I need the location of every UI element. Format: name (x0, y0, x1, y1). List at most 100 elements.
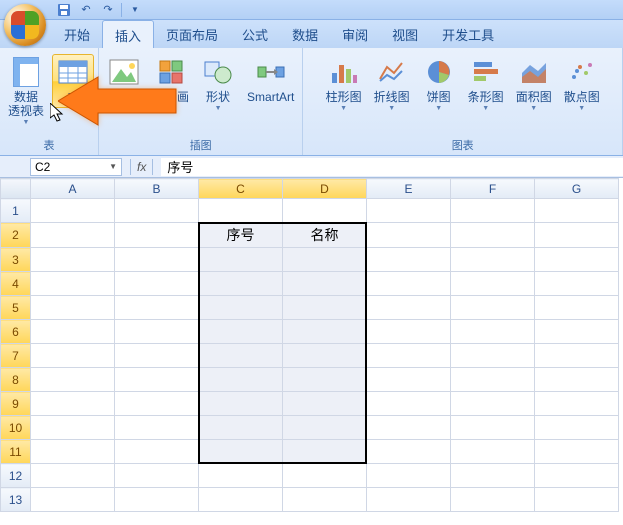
row-header-7[interactable]: 7 (1, 344, 31, 368)
cell-D12[interactable] (283, 464, 367, 488)
cell-C5[interactable] (199, 296, 283, 320)
cell-A12[interactable] (31, 464, 115, 488)
row-header-10[interactable]: 10 (1, 416, 31, 440)
cell-D5[interactable] (283, 296, 367, 320)
column-header-B[interactable]: B (115, 179, 199, 199)
column-header-C[interactable]: C (199, 179, 283, 199)
row-header-4[interactable]: 4 (1, 272, 31, 296)
cell-G6[interactable] (535, 320, 619, 344)
cell-C2[interactable]: 序号 (199, 223, 283, 248)
row-header-1[interactable]: 1 (1, 199, 31, 223)
cell-D10[interactable] (283, 416, 367, 440)
cell-D6[interactable] (283, 320, 367, 344)
cell-E6[interactable] (367, 320, 451, 344)
cell-E11[interactable] (367, 440, 451, 464)
tab-review[interactable]: 审阅 (330, 20, 380, 48)
cell-E3[interactable] (367, 248, 451, 272)
cell-C11[interactable] (199, 440, 283, 464)
cell-D7[interactable] (283, 344, 367, 368)
cell-D8[interactable] (283, 368, 367, 392)
column-header-F[interactable]: F (451, 179, 535, 199)
cell-A1[interactable] (31, 199, 115, 223)
cell-A8[interactable] (31, 368, 115, 392)
cell-F5[interactable] (451, 296, 535, 320)
cell-B6[interactable] (115, 320, 199, 344)
cell-C12[interactable] (199, 464, 283, 488)
cell-E4[interactable] (367, 272, 451, 296)
cell-C4[interactable] (199, 272, 283, 296)
cell-F9[interactable] (451, 392, 535, 416)
cell-D11[interactable] (283, 440, 367, 464)
cell-C1[interactable] (199, 199, 283, 223)
cell-B13[interactable] (115, 488, 199, 512)
cell-B9[interactable] (115, 392, 199, 416)
cell-B5[interactable] (115, 296, 199, 320)
row-header-6[interactable]: 6 (1, 320, 31, 344)
cell-G2[interactable] (535, 223, 619, 248)
row-header-11[interactable]: 11 (1, 440, 31, 464)
cell-F12[interactable] (451, 464, 535, 488)
cell-G10[interactable] (535, 416, 619, 440)
column-header-E[interactable]: E (367, 179, 451, 199)
row-header-5[interactable]: 5 (1, 296, 31, 320)
cell-F2[interactable] (451, 223, 535, 248)
area-chart-button[interactable]: 面积图 ▼ (512, 54, 556, 114)
cell-D3[interactable] (283, 248, 367, 272)
cell-C13[interactable] (199, 488, 283, 512)
cell-F13[interactable] (451, 488, 535, 512)
table-button[interactable]: 表 (52, 54, 94, 108)
tab-data[interactable]: 数据 (280, 20, 330, 48)
cell-A6[interactable] (31, 320, 115, 344)
picture-button[interactable]: 图片 (103, 54, 145, 106)
cell-F11[interactable] (451, 440, 535, 464)
cell-E8[interactable] (367, 368, 451, 392)
cell-E5[interactable] (367, 296, 451, 320)
tab-home[interactable]: 开始 (52, 20, 102, 48)
cell-A9[interactable] (31, 392, 115, 416)
cell-A3[interactable] (31, 248, 115, 272)
row-header-13[interactable]: 13 (1, 488, 31, 512)
cell-F3[interactable] (451, 248, 535, 272)
pivot-table-button[interactable]: 数据 透视表 ▼ (4, 54, 48, 128)
cell-D9[interactable] (283, 392, 367, 416)
cell-B10[interactable] (115, 416, 199, 440)
cell-G7[interactable] (535, 344, 619, 368)
select-all-corner[interactable] (1, 179, 31, 199)
cell-A2[interactable] (31, 223, 115, 248)
cell-C8[interactable] (199, 368, 283, 392)
cell-B3[interactable] (115, 248, 199, 272)
cell-B2[interactable] (115, 223, 199, 248)
cell-E7[interactable] (367, 344, 451, 368)
fx-icon[interactable]: fx (137, 160, 146, 174)
cell-C9[interactable] (199, 392, 283, 416)
cell-G3[interactable] (535, 248, 619, 272)
cell-C6[interactable] (199, 320, 283, 344)
name-box[interactable]: C2 ▼ (30, 158, 122, 176)
tab-view[interactable]: 视图 (380, 20, 430, 48)
line-chart-button[interactable]: 折线图 ▼ (370, 54, 414, 114)
cell-F8[interactable] (451, 368, 535, 392)
cell-G1[interactable] (535, 199, 619, 223)
cell-C10[interactable] (199, 416, 283, 440)
cell-B1[interactable] (115, 199, 199, 223)
column-header-A[interactable]: A (31, 179, 115, 199)
cell-G12[interactable] (535, 464, 619, 488)
cell-E9[interactable] (367, 392, 451, 416)
qat-save[interactable] (54, 2, 74, 18)
scatter-chart-button[interactable]: 散点图 ▼ (560, 54, 604, 114)
cell-D2[interactable]: 名称 (283, 223, 367, 248)
cell-A4[interactable] (31, 272, 115, 296)
cell-G9[interactable] (535, 392, 619, 416)
row-header-8[interactable]: 8 (1, 368, 31, 392)
bar-chart-button[interactable]: 条形图 ▼ (464, 54, 508, 114)
cell-F6[interactable] (451, 320, 535, 344)
cell-B4[interactable] (115, 272, 199, 296)
row-header-9[interactable]: 9 (1, 392, 31, 416)
cell-D4[interactable] (283, 272, 367, 296)
smartart-button[interactable]: SmartArt (243, 54, 298, 106)
tab-developer[interactable]: 开发工具 (430, 20, 506, 48)
clipart-button[interactable]: 剪贴画 (149, 54, 193, 106)
cell-B11[interactable] (115, 440, 199, 464)
cell-G4[interactable] (535, 272, 619, 296)
cell-B12[interactable] (115, 464, 199, 488)
